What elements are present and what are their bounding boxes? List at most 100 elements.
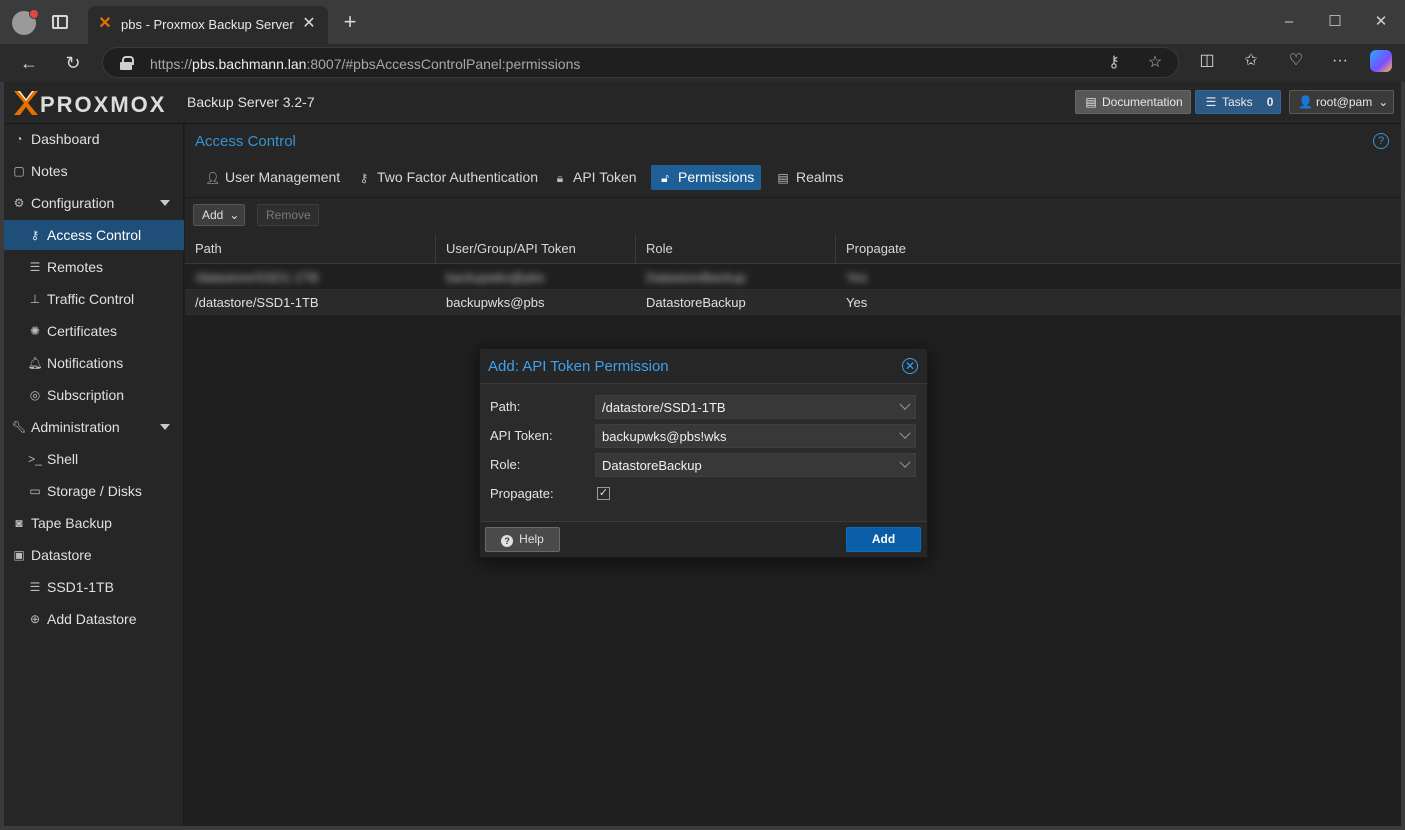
collapse-caret-icon[interactable] — [160, 424, 170, 430]
column-propagate[interactable]: Propagate — [836, 234, 1401, 264]
tasks-label: Tasks — [1222, 95, 1253, 109]
more-menu-icon[interactable]: ··· — [1329, 50, 1351, 72]
sidebar-item-traffic-control[interactable]: ⊥ Traffic Control — [4, 284, 184, 314]
documentation-button[interactable]: ▤ Documentation — [1075, 90, 1191, 114]
sidebar-item-add-datastore[interactable]: ⊕ Add Datastore — [4, 604, 184, 634]
table-row[interactable]: /datastore/SSD1-1TB backupwks@pbs Datast… — [185, 265, 1401, 290]
bell-icon: 🔔︎ — [27, 356, 43, 370]
address-book-icon: ▤ — [777, 171, 789, 185]
column-user[interactable]: User/Group/API Token — [436, 234, 636, 264]
tab-two-factor[interactable]: ⚷ Two Factor Authentication — [350, 165, 545, 190]
path-combobox[interactable]: /datastore/SSD1-1TB — [595, 395, 916, 419]
new-tab-icon[interactable]: + — [340, 11, 360, 33]
role-combobox[interactable]: DatastoreBackup — [595, 453, 916, 477]
path-value: /datastore/SSD1-1TB — [602, 400, 726, 415]
window-frame-bottom — [0, 826, 1405, 830]
tab-close-icon[interactable]: ✕ — [300, 15, 318, 33]
column-path[interactable]: Path — [185, 234, 436, 264]
sidebar-item-shell[interactable]: >_ Shell — [4, 444, 184, 474]
close-icon[interactable]: ✕ — [902, 358, 918, 374]
user-menu-button[interactable]: 👤 root@pam ⌄ — [1289, 90, 1394, 114]
list-icon: ☰ — [1205, 95, 1217, 109]
unlock-icon: 🔓︎ — [661, 171, 669, 185]
proxmox-favicon-icon: ✕ — [98, 15, 112, 32]
panel-title-bar: Access Control ? — [185, 124, 1401, 158]
back-icon[interactable]: ← — [18, 52, 40, 74]
table-row[interactable]: /datastore/SSD1-1TB backupwks@pbs Datast… — [185, 290, 1401, 315]
question-icon: ? — [501, 535, 514, 547]
sidebar-item-datastore[interactable]: ▣ Datastore — [4, 540, 184, 570]
add-button[interactable]: Add — [846, 527, 921, 552]
tab-user-management[interactable]: 👤︎ User Management — [198, 165, 347, 190]
sidebar-item-label: Access Control — [47, 227, 142, 243]
sidebar-item-label: SSD1-1TB — [47, 579, 114, 595]
logo-text: PROXMOX — [40, 92, 167, 117]
tab-actions-icon[interactable] — [52, 15, 68, 29]
reload-icon[interactable]: ↻ — [62, 52, 84, 74]
sidebar-item-storage-disks[interactable]: ▭ Storage / Disks — [4, 476, 184, 506]
remove-button[interactable]: Remove — [257, 204, 319, 226]
sidebar-item-access-control[interactable]: ⚷ Access Control — [4, 220, 184, 250]
sidebar-item-notifications[interactable]: 🔔︎ Notifications — [4, 348, 184, 378]
sidebar-item-label: Remotes — [47, 259, 104, 275]
propagate-label: Propagate: — [490, 486, 554, 501]
copilot-icon[interactable] — [1370, 50, 1392, 72]
sidebar-item-remotes[interactable]: ☰ Remotes — [4, 252, 184, 282]
window-close-icon[interactable]: ✕ — [1371, 12, 1391, 32]
url-input[interactable]: https://pbs.bachmann.lan:8007/#pbsAccess… — [102, 47, 1179, 78]
role-label: Role: — [490, 457, 521, 472]
lock-icon: 🔒︎ — [556, 171, 564, 185]
browser-tab[interactable]: ✕ pbs - Proxmox Backup Server ✕ — [88, 6, 328, 44]
tab-realms[interactable]: ▤ Realms — [769, 165, 850, 190]
tab-permissions[interactable]: 🔓︎ Permissions — [651, 165, 762, 190]
lifebuoy-icon: ◎ — [29, 388, 41, 402]
product-version: Backup Server 3.2-7 — [187, 94, 315, 110]
grid-header: Path User/Group/API Token Role Propagate — [185, 234, 1401, 264]
lock-icon[interactable] — [120, 56, 134, 70]
path-label: Path: — [490, 399, 521, 414]
role-value: DatastoreBackup — [602, 458, 702, 473]
dialog-title: Add: API Token Permission — [488, 358, 669, 375]
sidebar-item-ssd1-1tb[interactable]: ☰ SSD1-1TB — [4, 572, 184, 602]
sidebar-item-tape-backup[interactable]: ◙ Tape Backup — [4, 508, 184, 538]
sidebar-item-notes[interactable]: ▢ Notes — [4, 156, 184, 186]
collapse-caret-icon[interactable] — [160, 200, 170, 206]
help-button[interactable]: ? Help — [485, 527, 560, 552]
documentation-label: Documentation — [1102, 95, 1183, 109]
cell-propagate: Yes — [846, 270, 868, 285]
traffic-icon: ⊥ — [29, 292, 41, 306]
profile-avatar[interactable] — [12, 9, 39, 35]
sidebar-item-subscription[interactable]: ◎ Subscription — [4, 380, 184, 410]
address-bar: ← ↻ https://pbs.bachmann.lan:8007/#pbsAc… — [0, 44, 1405, 82]
propagate-checkbox[interactable]: ✓ — [597, 487, 610, 500]
tab-title: pbs - Proxmox Backup Server — [121, 17, 294, 32]
chevron-down-icon[interactable] — [899, 398, 911, 410]
chevron-down-icon[interactable] — [899, 456, 911, 468]
add-menu-button[interactable]: Add ⌄ — [193, 204, 245, 226]
sidebar-item-administration[interactable]: 🔧︎ Administration — [4, 412, 184, 442]
sidebar-item-dashboard[interactable]: ◔ Dashboard — [4, 124, 184, 154]
favorites-icon[interactable]: ✩ — [1240, 50, 1262, 72]
sidebar-item-label: Subscription — [47, 387, 125, 403]
cell-role: DatastoreBackup — [646, 270, 746, 285]
maximize-icon[interactable]: ☐ — [1325, 12, 1345, 32]
api-token-combobox[interactable]: backupwks@pbs!wks — [595, 424, 916, 448]
sidebar-item-label: Shell — [47, 451, 79, 467]
permissions-toolbar: Add ⌄ Remove — [185, 198, 1401, 234]
sidebar-item-configuration[interactable]: ⚙ Configuration — [4, 188, 184, 218]
password-key-icon[interactable]: ⚷ — [1105, 54, 1123, 72]
tasks-button[interactable]: ☰ Tasks 0 — [1195, 90, 1281, 114]
tab-api-token[interactable]: 🔒︎ API Token — [546, 165, 644, 190]
sidebar-item-certificates[interactable]: ✺ Certificates — [4, 316, 184, 346]
favorite-star-icon[interactable]: ☆ — [1146, 54, 1164, 72]
browser-essentials-icon[interactable]: ♡ — [1285, 50, 1307, 72]
api-token-row: API Token: backupwks@pbs!wks — [490, 424, 917, 448]
plus-circle-icon: ⊕ — [29, 612, 41, 626]
chevron-down-icon[interactable] — [899, 427, 911, 439]
tab-label: API Token — [573, 169, 637, 185]
column-role[interactable]: Role — [636, 234, 836, 264]
help-icon[interactable]: ? — [1373, 133, 1389, 149]
split-screen-icon[interactable]: ◫ — [1196, 50, 1218, 72]
minimize-icon[interactable]: – — [1279, 12, 1299, 32]
sidebar-item-label: Notes — [31, 163, 68, 179]
